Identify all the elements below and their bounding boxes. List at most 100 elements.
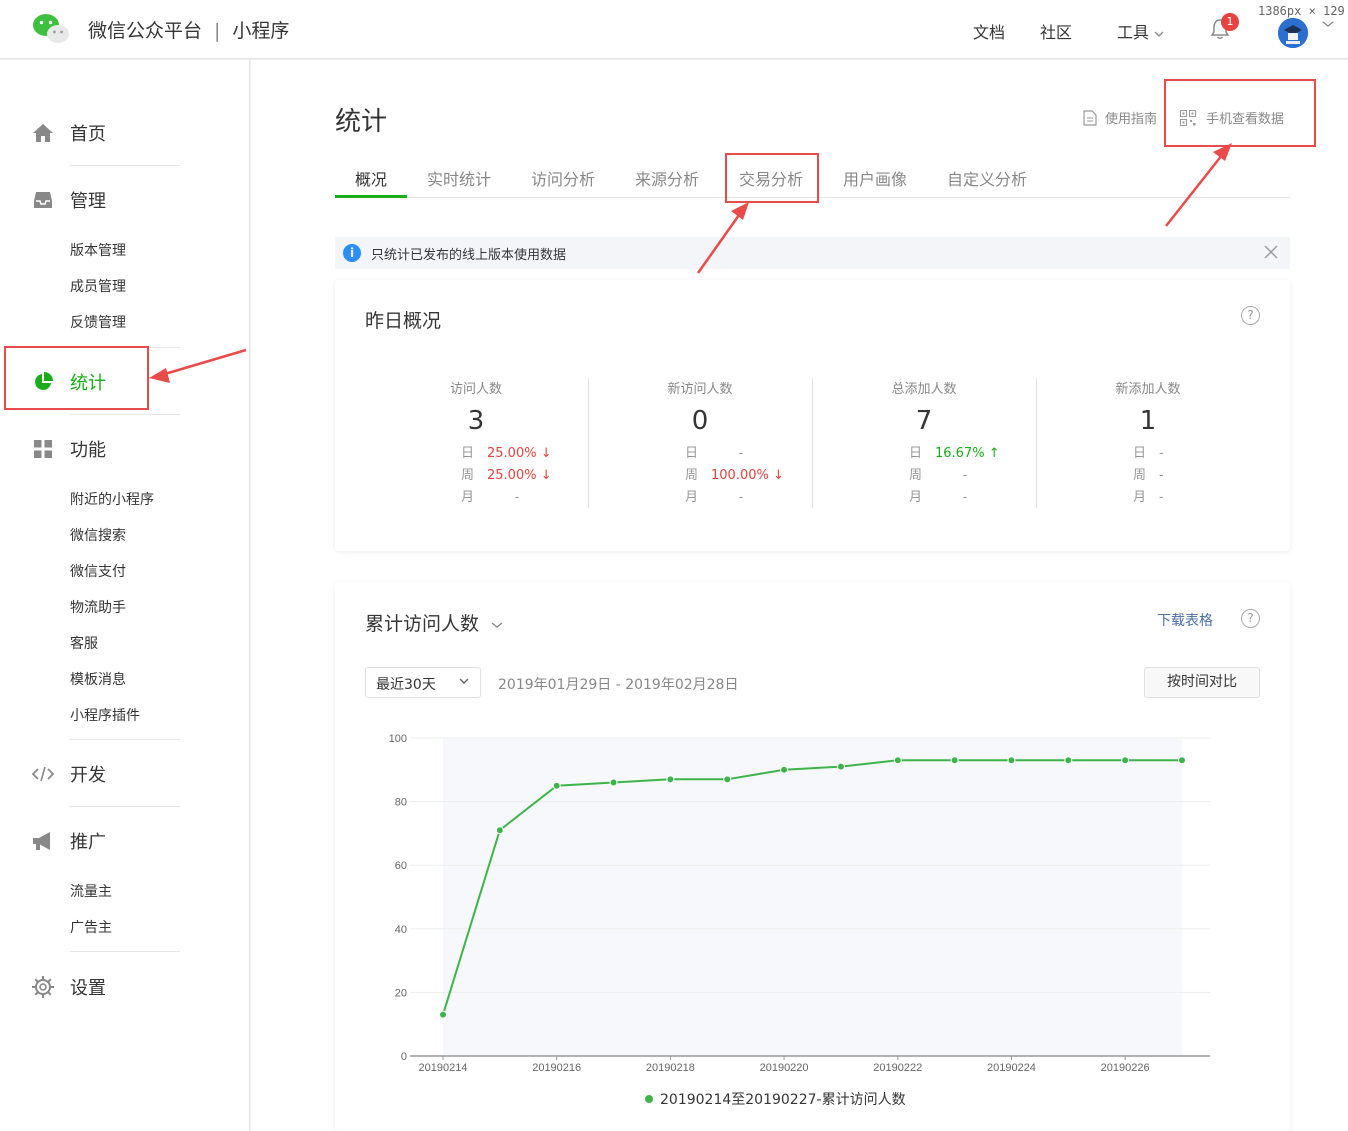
sidebar-subitem-members[interactable]: 成员管理: [70, 276, 126, 296]
row-key: 月: [909, 490, 923, 505]
data-point: [1121, 756, 1130, 765]
metric-day-change: -: [1159, 446, 1164, 461]
row-key: 日: [1133, 446, 1147, 461]
y-tick-label: 80: [395, 797, 407, 809]
x-tick-label: 20190216: [532, 1062, 581, 1074]
dimension-tooltip: 1386px × 129: [1258, 4, 1345, 18]
chart-legend[interactable]: 20190214至20190227-累计访问人数: [645, 1089, 906, 1109]
data-point: [780, 765, 789, 774]
x-tick-label: 20190226: [1101, 1062, 1150, 1074]
active-tab-indicator: [335, 195, 407, 198]
row-key: 月: [685, 490, 699, 505]
trend-panel: 累计访问人数 下载表格 ? 最近30天 2019年01月29日 - 2019年0…: [335, 582, 1290, 1131]
annotation-box-trade: [725, 153, 819, 203]
sidebar-subitem-search[interactable]: 微信搜索: [70, 525, 126, 545]
tab-user-portrait[interactable]: 用户画像: [843, 166, 907, 190]
sidebar-subitem-nearby[interactable]: 附近的小程序: [70, 489, 154, 509]
wechat-logo[interactable]: [32, 12, 70, 44]
sidebar-subitem-service[interactable]: 客服: [70, 633, 98, 653]
top-bar: 微信公众平台 | 小程序 文档 社区 工具 1 1386px × 129: [0, 0, 1348, 59]
code-icon: [32, 763, 54, 785]
tab-custom-analysis[interactable]: 自定义分析: [947, 166, 1027, 190]
sidebar-subitem-traffic[interactable]: 流量主: [70, 881, 112, 901]
data-point: [495, 826, 504, 835]
help-icon[interactable]: ?: [1241, 306, 1260, 325]
metric-day-change: 16.67% ↑: [935, 446, 1000, 461]
sidebar-item-settings[interactable]: 设置: [32, 967, 232, 1007]
data-point: [666, 775, 675, 784]
sidebar-item-label: 推广: [70, 832, 106, 853]
legend-dot: [645, 1095, 653, 1103]
metric-label: 新访问人数: [667, 382, 733, 397]
tab-source-analysis[interactable]: 来源分析: [635, 166, 699, 190]
data-point: [893, 756, 902, 765]
data-point: [609, 778, 618, 787]
row-key: 周: [685, 468, 699, 483]
close-icon[interactable]: [1262, 243, 1280, 261]
overview-title: 昨日概况: [365, 310, 442, 332]
sidebar-divider: [70, 806, 180, 807]
x-tick-label: 20190214: [419, 1062, 468, 1074]
annotation-box-mobile: [1164, 79, 1316, 147]
row-key: 日: [909, 446, 923, 461]
metric-value: 1: [1139, 406, 1157, 436]
row-key: 月: [461, 490, 475, 505]
grid-icon: [32, 438, 54, 460]
sidebar-item-home[interactable]: 首页: [32, 113, 232, 153]
metric-week-change: -: [1159, 468, 1164, 483]
y-tick-label: 100: [389, 733, 407, 745]
data-point: [439, 1010, 447, 1019]
y-tick-label: 0: [401, 1051, 407, 1063]
sidebar-subitem-plugin[interactable]: 小程序插件: [70, 705, 140, 725]
sidebar-subitem-template[interactable]: 模板消息: [70, 669, 126, 689]
sidebar-divider: [70, 951, 180, 952]
guide-link[interactable]: 使用指南: [1083, 108, 1157, 127]
tab-visit-analysis[interactable]: 访问分析: [531, 166, 595, 190]
metric-day-change: 25.00% ↓: [487, 446, 552, 461]
brand-title[interactable]: 微信公众平台 | 小程序: [88, 16, 289, 43]
avatar[interactable]: [1278, 18, 1308, 48]
tab-realtime[interactable]: 实时统计: [427, 166, 491, 190]
line-chart: 0 20 40 60 80 100 20190214 20190216 20190218 2019…: [389, 733, 1210, 1074]
row-key: 月: [1133, 490, 1147, 505]
nav-tools[interactable]: 工具: [1117, 19, 1164, 43]
x-tick-label: 20190222: [873, 1062, 922, 1074]
gear-icon: [32, 976, 54, 998]
sidebar-subitem-version[interactable]: 版本管理: [70, 240, 126, 260]
sidebar-item-promote[interactable]: 推广: [32, 821, 232, 861]
sidebar-item-features[interactable]: 功能: [32, 429, 232, 469]
sidebar-item-label: 首页: [70, 124, 106, 145]
row-key: 日: [461, 446, 475, 461]
row-key: 周: [461, 468, 475, 483]
metric-month-change: -: [1159, 490, 1164, 505]
nav-docs[interactable]: 文档: [973, 19, 1005, 43]
data-point: [1178, 756, 1186, 765]
nav-community[interactable]: 社区: [1040, 19, 1072, 43]
annotation-box-statistics: [4, 346, 149, 410]
sidebar-subitem-advertiser[interactable]: 广告主: [70, 917, 112, 937]
metric-month-change: -: [962, 490, 968, 505]
guide-label: 使用指南: [1105, 112, 1158, 127]
sidebar-divider: [70, 414, 180, 415]
sidebar-item-develop[interactable]: 开发: [32, 754, 232, 794]
chevron-down-icon[interactable]: [1322, 20, 1334, 28]
sidebar-item-manage[interactable]: 管理: [32, 180, 232, 220]
sidebar-divider: [70, 165, 180, 166]
data-point: [950, 756, 959, 765]
avatar-image: [1278, 18, 1308, 48]
legend-label: 20190214至20190227-累计访问人数: [660, 1092, 906, 1108]
sidebar-subitem-logistics[interactable]: 物流助手: [70, 597, 126, 617]
sidebar-subitem-feedback[interactable]: 反馈管理: [70, 312, 126, 332]
metric-month-change: -: [514, 490, 520, 505]
metric-week-change: 100.00% ↓: [711, 468, 784, 483]
home-icon: [32, 122, 54, 144]
sidebar-subitem-pay[interactable]: 微信支付: [70, 561, 126, 581]
tab-overview[interactable]: 概况: [355, 166, 387, 190]
sidebar-divider: [70, 739, 180, 740]
metric-new-added: 新添加人数 1 日- 周- 月-: [1036, 378, 1260, 508]
chevron-down-icon: [1154, 31, 1164, 37]
metric-total-added: 总添加人数 7 日 16.67% ↑ 周 - 月 -: [812, 378, 1036, 508]
notice-text: 只统计已发布的线上版本使用数据: [371, 247, 567, 263]
page-title: 统计: [335, 107, 388, 137]
notification-badge: 1: [1221, 13, 1239, 31]
